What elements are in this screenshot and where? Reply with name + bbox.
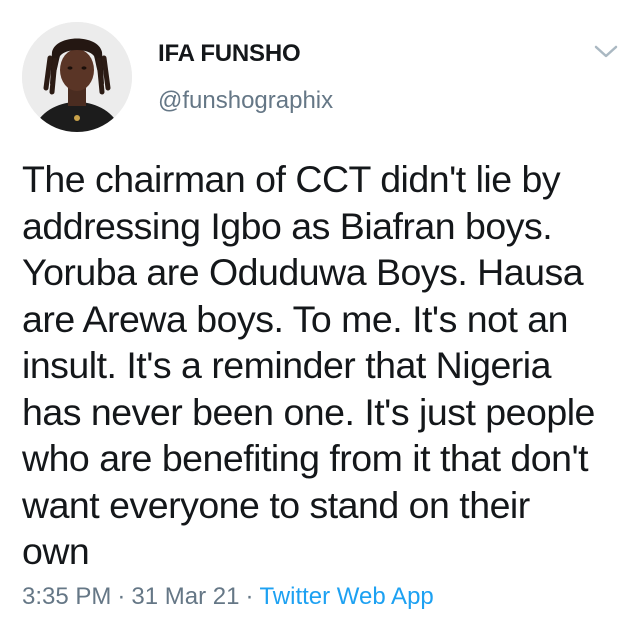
tweet-time[interactable]: 3:35 PM xyxy=(22,583,111,610)
tweet-line: who are benefiting from it that don't xyxy=(22,437,589,479)
tweet-line: Yoruba are Oduduwa Boys. Hausa xyxy=(22,251,584,293)
chevron-down-icon[interactable] xyxy=(592,40,620,62)
display-name[interactable]: IFA FUNSHO xyxy=(158,40,301,68)
meta-separator: · xyxy=(117,583,126,610)
tweet-line: are Arewa boys. To me. It's not an xyxy=(22,297,569,340)
tweet-text: The chairman of CCT didn't lie by addres… xyxy=(22,156,622,575)
avatar[interactable] xyxy=(22,22,132,132)
tweet-line: The chairman of CCT didn't lie by xyxy=(22,158,561,200)
user-handle[interactable]: @funshographix xyxy=(158,87,333,115)
tweet-line: addressing Igbo as Biafran boys. xyxy=(22,204,553,247)
tweet-meta: 3:35 PM · 31 Mar 21 · Twitter Web App xyxy=(22,583,434,611)
tweet-line: insult. It's a reminder that Nigeria xyxy=(22,344,551,386)
avatar-image xyxy=(22,22,132,132)
tweet-date[interactable]: 31 Mar 21 xyxy=(131,583,239,610)
tweet-line: want everyone to stand on their xyxy=(22,483,530,526)
tweet-line: own xyxy=(22,530,90,572)
tweet-source-link[interactable]: Twitter Web App xyxy=(259,583,433,610)
meta-separator: · xyxy=(245,583,254,610)
tweet-line: has never been one. It's just people xyxy=(22,390,595,433)
